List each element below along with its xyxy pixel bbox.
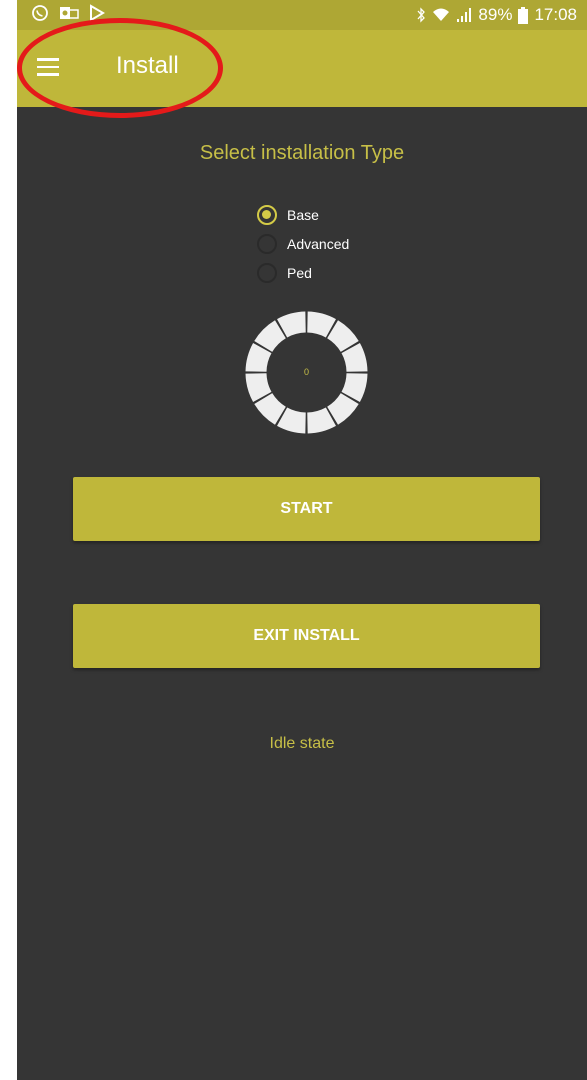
- bluetooth-icon: [417, 7, 426, 23]
- radio-label: Advanced: [287, 235, 350, 252]
- installation-type-radio-group: Base Advanced Ped: [257, 200, 349, 287]
- page-title: Install: [116, 52, 179, 79]
- radio-option-ped[interactable]: Ped: [257, 258, 349, 287]
- app-screen: 89% 17:08 Install Select installation Ty…: [17, 0, 587, 1080]
- radio-checked-icon[interactable]: [257, 204, 277, 225]
- battery-icon: [518, 6, 529, 24]
- app-bar: Install: [17, 30, 587, 107]
- radio-label: Ped: [287, 264, 312, 281]
- hamburger-menu-icon[interactable]: [37, 58, 59, 76]
- start-button[interactable]: START: [73, 477, 540, 541]
- signal-icon: [457, 8, 472, 22]
- status-bar: 89% 17:08: [17, 0, 587, 30]
- dial-value: 0: [303, 367, 309, 377]
- radio-unchecked-icon[interactable]: [257, 262, 277, 283]
- wifi-icon: [433, 8, 450, 21]
- outlook-icon: [60, 7, 79, 19]
- progress-dial: 0: [244, 310, 369, 435]
- status-text: Idle state: [269, 735, 335, 752]
- section-title: Select installation Type: [199, 142, 405, 164]
- radio-option-base[interactable]: Base: [257, 200, 349, 229]
- clock: 17:08: [534, 5, 577, 24]
- status-left-icons: [31, 4, 105, 22]
- battery-percent: 89%: [478, 5, 513, 24]
- radio-option-advanced[interactable]: Advanced: [257, 229, 349, 258]
- whatsapp-icon: [32, 5, 48, 21]
- radio-unchecked-icon[interactable]: [257, 233, 277, 254]
- status-right-icons: 89% 17:08: [416, 5, 577, 25]
- exit-install-button[interactable]: EXIT INSTALL: [73, 604, 540, 668]
- radio-label: Base: [287, 206, 319, 223]
- play-store-icon: [90, 4, 105, 22]
